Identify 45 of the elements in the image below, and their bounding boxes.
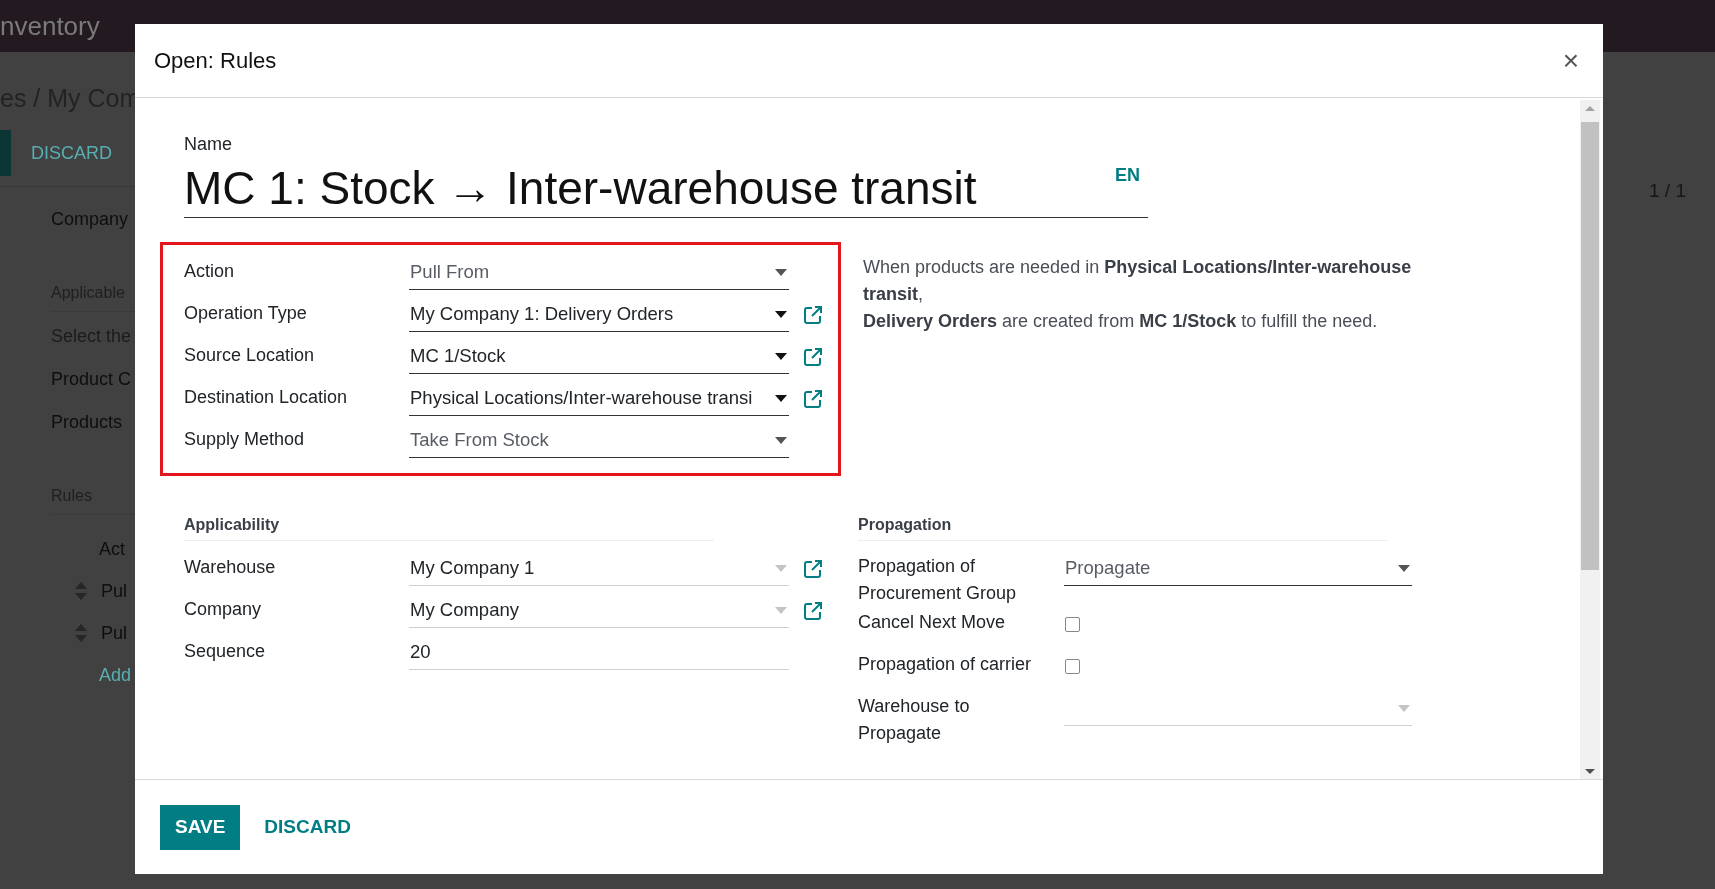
- name-value: MC 1: Stock → Inter-warehouse transit: [184, 161, 977, 216]
- field-label: Name: [184, 134, 233, 155]
- section-title: Applicability: [184, 516, 714, 541]
- rule-description: When products are needed in Physical Locations/Inter-warehouse transit, Delivery Orders are created from MC 1/Stock to fulfill the need.: [863, 256, 1413, 333]
- dropdown-field[interactable]: MC 1/Stock: [409, 339, 789, 374]
- discard-button[interactable]: DISCARD: [254, 816, 361, 838]
- select-field[interactable]: Pull From: [409, 255, 789, 290]
- input-field[interactable]: 20: [409, 635, 789, 670]
- name-field[interactable]: MC 1: Stock → Inter-warehouse transit EN: [184, 159, 1148, 218]
- external-link-icon[interactable]: [803, 347, 823, 367]
- checkbox[interactable]: [1065, 659, 1080, 674]
- checkbox[interactable]: [1065, 617, 1080, 632]
- language-button[interactable]: EN: [1115, 165, 1140, 186]
- dropdown-field[interactable]: My Company 1: [409, 551, 789, 586]
- field-label: Action: [184, 260, 236, 282]
- external-link-icon[interactable]: [803, 601, 823, 621]
- drag-handle-icon[interactable]: [75, 624, 87, 642]
- dropdown-field[interactable]: My Company: [409, 593, 789, 628]
- external-link-icon[interactable]: [803, 389, 823, 409]
- external-link-icon[interactable]: [803, 559, 823, 579]
- dropdown-field[interactable]: My Company 1: Delivery Orders: [409, 297, 789, 332]
- drag-handle-icon[interactable]: [75, 582, 87, 600]
- field-label: Warehouse to Propagate: [858, 695, 971, 745]
- dialog-title: Open: Rules: [154, 47, 277, 74]
- field-label: Propagation of Procurement Group: [858, 555, 1018, 605]
- select-field[interactable]: Take From Stock: [409, 423, 789, 458]
- field-label: Company: [184, 598, 263, 620]
- select-field[interactable]: Propagate: [1064, 551, 1412, 586]
- field-label: Cancel Next Move: [858, 611, 1007, 634]
- dropdown-field[interactable]: Physical Locations/Inter-warehouse transi: [409, 381, 789, 416]
- field-label: Sequence: [184, 640, 267, 662]
- field-label: Source Location: [184, 344, 316, 366]
- field-label: Operation Type: [184, 302, 308, 324]
- scrollbar[interactable]: [1580, 100, 1600, 779]
- add-line-link[interactable]: Add: [99, 663, 135, 687]
- field-label: Destination Location: [184, 386, 349, 408]
- section-title: Propagation: [858, 516, 1388, 541]
- discard-button[interactable]: DISCARD: [31, 142, 112, 164]
- app-title: nventory: [0, 10, 100, 42]
- save-button[interactable]: SAVE: [160, 804, 241, 850]
- close-button[interactable]: ×: [1558, 44, 1583, 77]
- field-label: Propagation of carrier: [858, 653, 1033, 676]
- field-label: Supply Method: [184, 428, 306, 450]
- field-label: Warehouse: [184, 556, 277, 578]
- external-link-icon[interactable]: [803, 305, 823, 325]
